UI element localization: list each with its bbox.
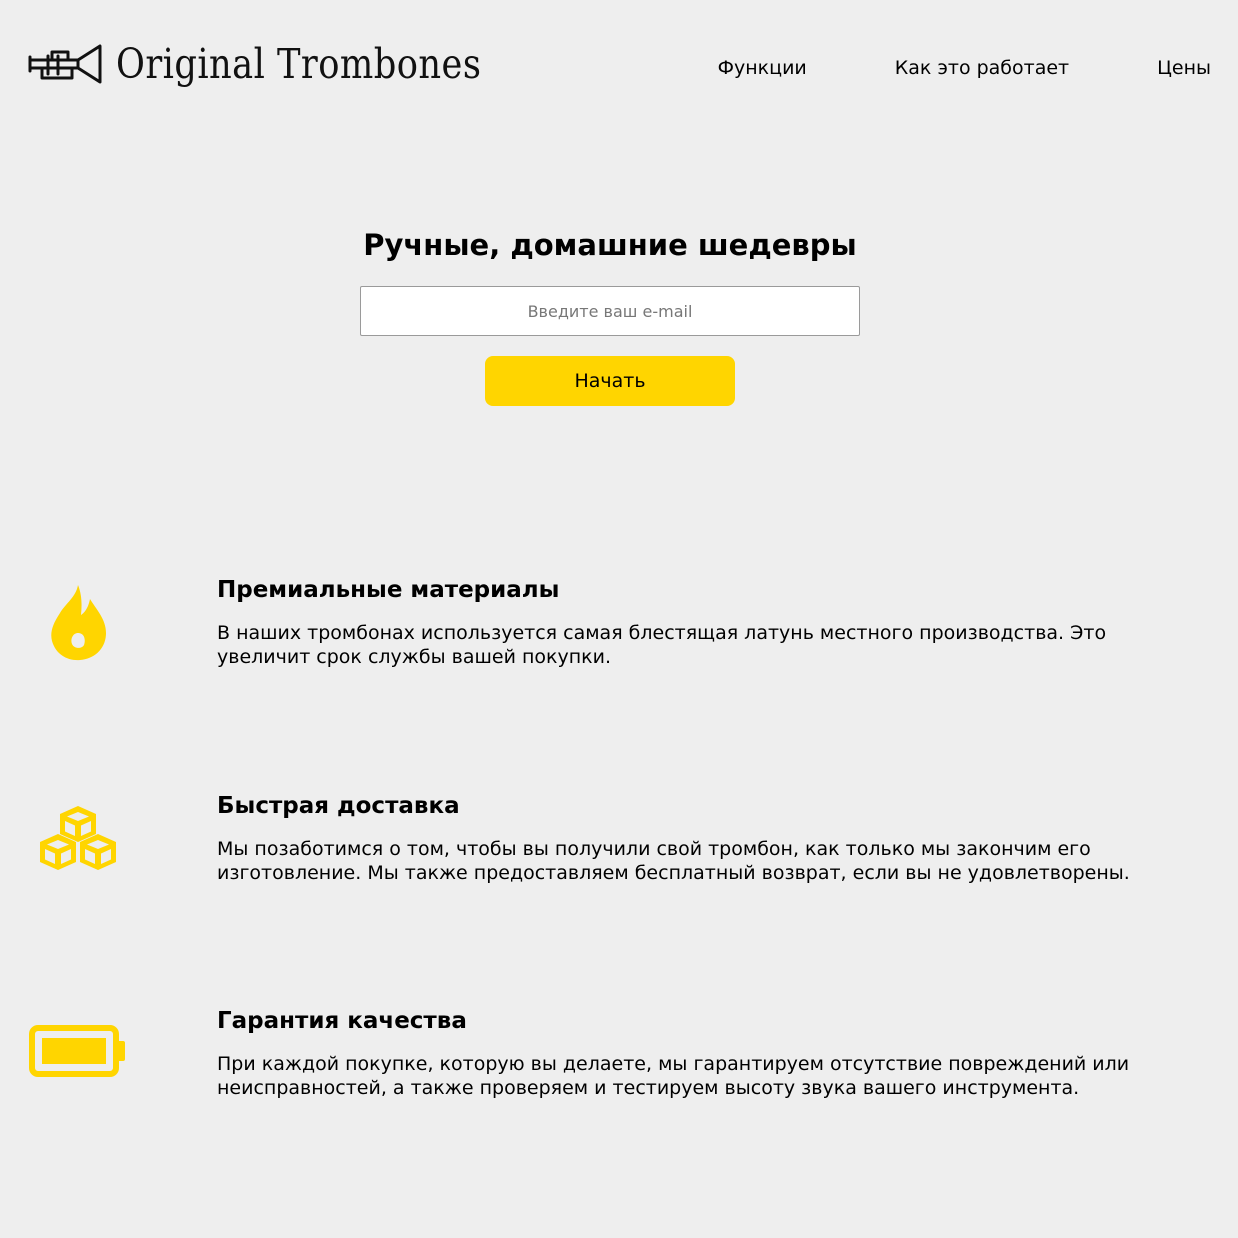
cubes-icon [20,788,136,888]
feature-body: Премиальные материалы В наших тромбонах … [217,575,1198,669]
main-nav: Функции Как это работает Цены [718,57,1211,79]
hero-section: Ручные, домашние шедевры Начать [0,225,1220,406]
feature-body: Гарантия качества При каждой покупке, ко… [217,1006,1198,1100]
email-input[interactable] [360,286,860,336]
feature-title: Премиальные материалы [217,577,560,603]
nav-link-features[interactable]: Функции [718,57,807,79]
hero-title: Ручные, домашние шедевры [363,228,857,262]
start-button[interactable]: Начать [485,356,735,406]
nav-link-pricing[interactable]: Цены [1157,57,1211,79]
trombone-logo-icon [28,44,102,84]
brand-logo[interactable]: Original Trombones [28,36,541,92]
battery-full-icon [20,1001,136,1101]
feature-fast-delivery: Быстрая доставка Мы позаботимся о том, ч… [0,782,1238,932]
feature-title: Гарантия качества [217,1008,467,1034]
brand-name: Original Trombones [116,40,482,88]
feature-description: В наших тромбонах используется самая бле… [217,622,1107,668]
feature-premium-materials: Премиальные материалы В наших тромбонах … [0,566,1238,716]
nav-link-how-it-works[interactable]: Как это работает [895,57,1069,79]
feature-title: Быстрая доставка [217,793,460,819]
fire-icon [20,572,136,672]
feature-body: Быстрая доставка Мы позаботимся о том, ч… [217,791,1198,885]
feature-description: Мы позаботимся о том, чтобы вы получили … [217,838,1130,884]
page-header: Original Trombones Функции Как это работ… [0,0,1238,130]
feature-description: При каждой покупке, которую вы делаете, … [217,1053,1130,1099]
feature-quality-guarantee: Гарантия качества При каждой покупке, ко… [0,997,1238,1147]
